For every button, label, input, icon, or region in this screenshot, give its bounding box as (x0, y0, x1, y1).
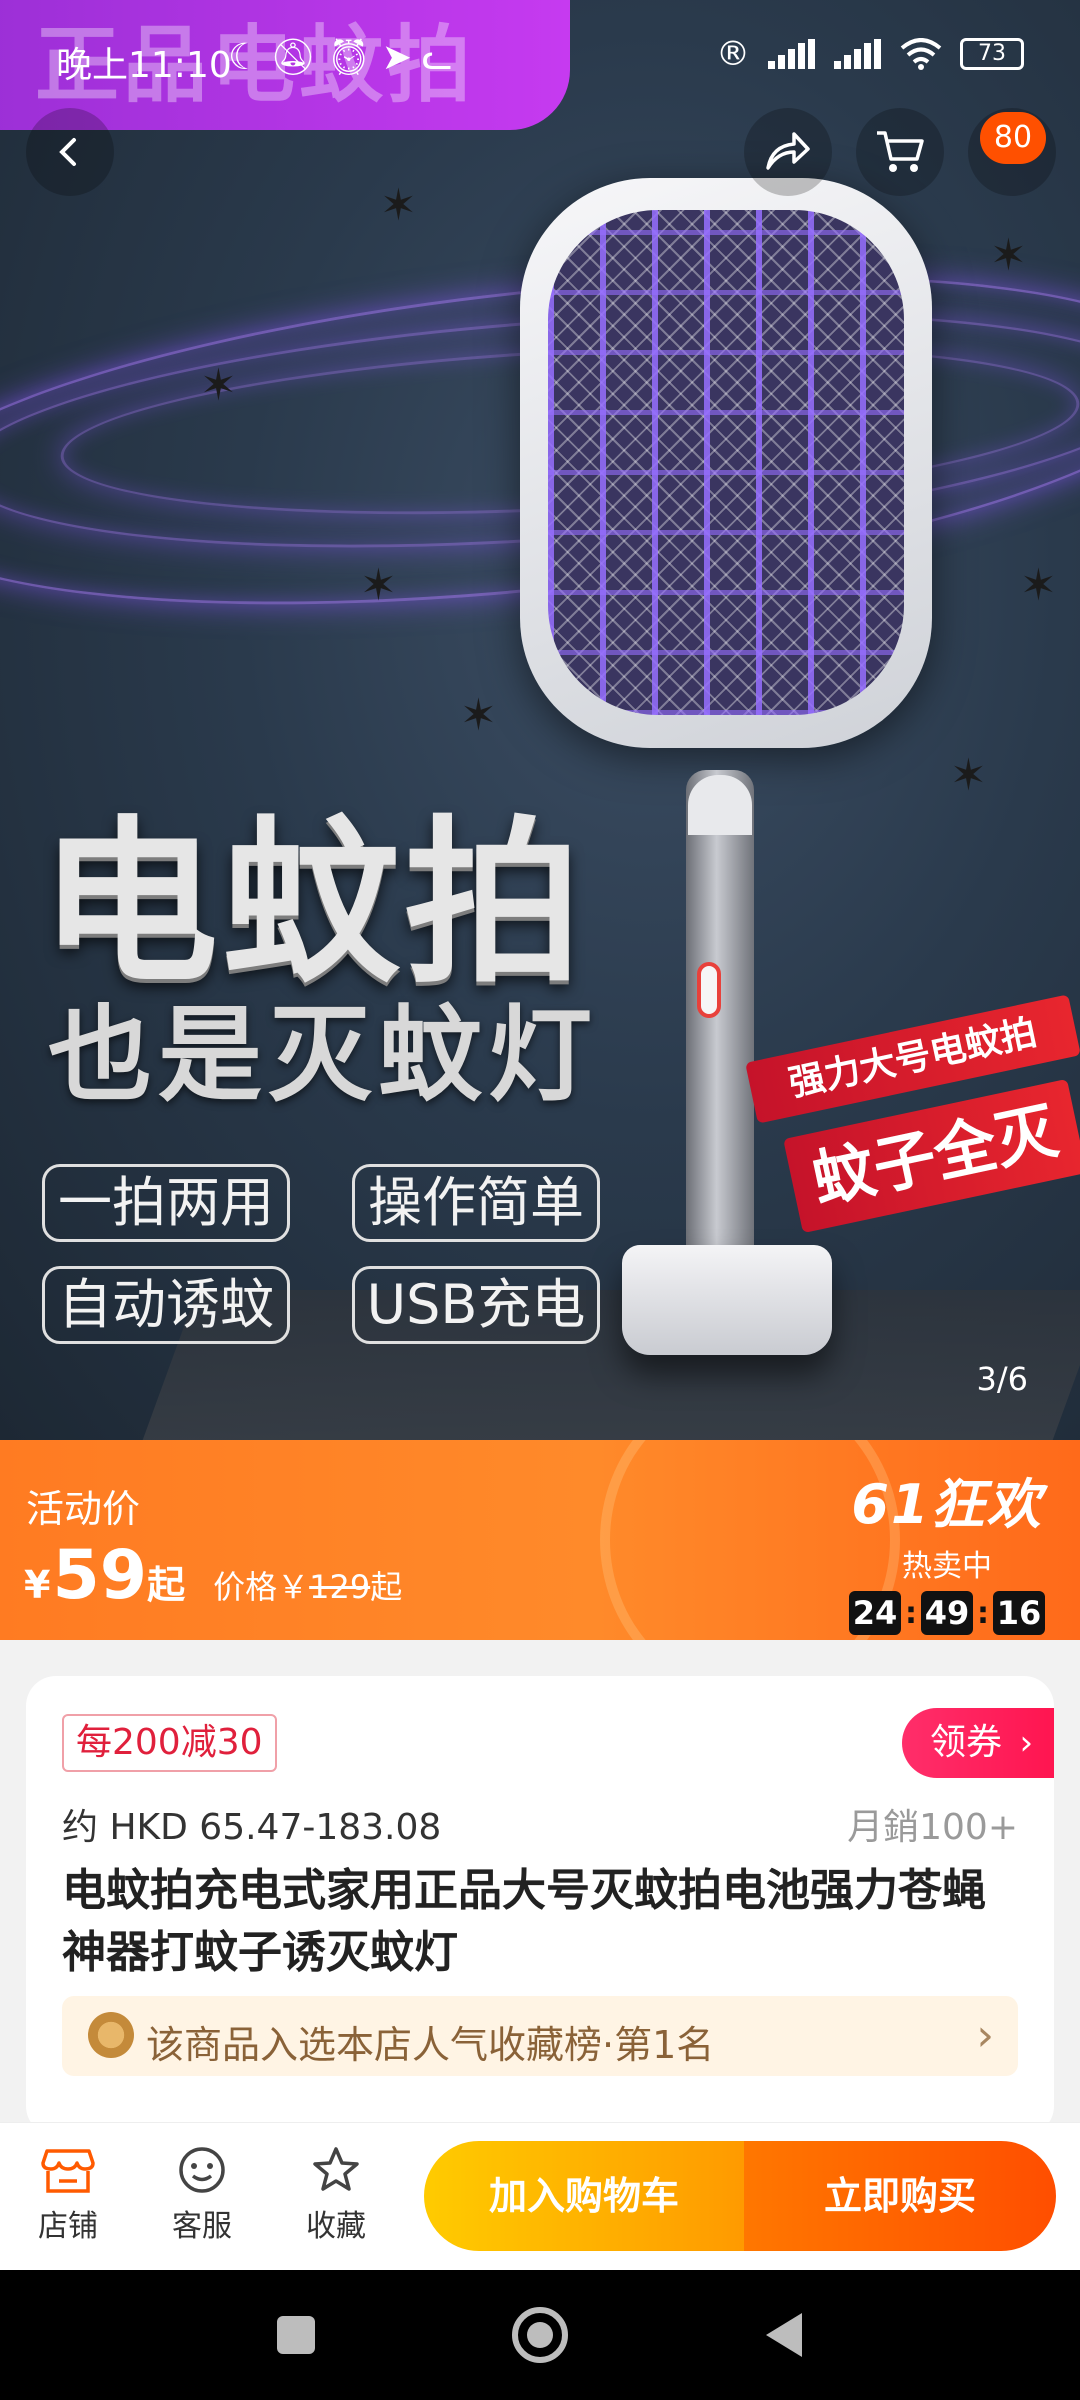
mosquito-graphic: ✶ (990, 230, 1027, 281)
bottom-action-bar: 店铺 客服 收藏 加入购物车 立即购买 (0, 2122, 1080, 2270)
ranking-text: 该商品入选本店人气收藏榜·第1名 (146, 2023, 715, 2067)
racket-base (622, 1245, 832, 1355)
original-price-prefix: 价格￥ (213, 1568, 310, 1606)
customer-service-icon (179, 2147, 225, 2193)
racket-handle (686, 770, 754, 1270)
feature-tag: 自动诱蚊 (42, 1266, 290, 1344)
shop-icon (41, 2149, 95, 2193)
add-to-cart-button[interactable]: 加入购物车 (424, 2141, 744, 2251)
buy-now-button[interactable]: 立即购买 (744, 2141, 1056, 2251)
cart-count-badge: 80 (980, 112, 1046, 164)
promo-price-value: 59 (52, 1536, 148, 1615)
share-icon (766, 132, 810, 170)
wifi-icon (900, 38, 942, 70)
original-price-value: 129 (309, 1568, 371, 1606)
triangle-back-icon (766, 2313, 802, 2357)
notification-icons: ☾🔕︎⏰︎➤ᓚ (228, 36, 463, 78)
product-detail-screen: 正品电蚊拍 ✶ ✶ ✶ ✶ ✶ ✶ ✶ 电蚊拍 也是灭蚊灯 一拍两用 操作简单 … (0, 0, 1080, 2400)
signal-icon (834, 39, 881, 69)
promo-price: ¥ 59 起 价格￥129起 (24, 1536, 402, 1615)
star-icon (313, 2147, 359, 2191)
product-title: 电蚊拍充电式家用正品大号灭蚊拍电池强力苍蝇神器打蚊子诱灭蚊灯 (62, 1865, 986, 1978)
racket-mesh (548, 210, 904, 715)
get-coupon-label: 领券 (930, 1722, 1003, 1763)
hot-sale-label: 热卖中 (902, 1549, 992, 1584)
back-arrow-icon (59, 138, 76, 166)
square-icon (277, 2316, 315, 2354)
countdown-seconds: 16 (993, 1591, 1045, 1635)
system-status-icons: ® 73 (716, 34, 1024, 74)
send-icon: ➤ (381, 37, 422, 78)
shop-tab[interactable]: 店铺 (8, 2145, 128, 2245)
cart-button[interactable] (856, 108, 944, 196)
recents-button[interactable] (236, 2270, 356, 2400)
price-range: 约 HKD 65.47-183.08 (62, 1807, 442, 1848)
home-button[interactable] (480, 2270, 600, 2400)
promo-label: 活动价 (26, 1487, 141, 1531)
mosquito-graphic: ✶ (360, 560, 397, 611)
original-price: 价格￥129起 (213, 1562, 402, 1608)
monthly-sales: 月銷100+ (847, 1807, 1018, 1848)
signal-icon (768, 39, 815, 69)
favorite-tab[interactable]: 收藏 (276, 2145, 396, 2245)
status-bar: 晚上11:10 ☾🔕︎⏰︎➤ᓚ ® 73 (0, 0, 1080, 110)
shop-label: 店铺 (38, 2209, 98, 2244)
festival-countdown: 61狂欢 热卖中 24 : 49 : 16 (832, 1460, 1062, 1635)
countdown-minutes: 49 (921, 1591, 973, 1635)
cart-icon (877, 131, 924, 172)
registered-icon: ® (716, 34, 750, 74)
product-info-card: 每200减30 领券 › 约 HKD 65.47-183.08 月銷100+ 电… (26, 1676, 1054, 2136)
countdown-timer: 24 : 49 : 16 (832, 1591, 1062, 1635)
currency-symbol: ¥ (24, 1563, 51, 1607)
mosquito-graphic: ✶ (380, 180, 417, 231)
discount-tag[interactable]: 每200减30 (62, 1714, 277, 1772)
chevron-right-icon: › (1019, 1723, 1034, 1763)
festival-title: 61狂欢 (851, 1473, 1043, 1536)
mosquito-graphic: ✶ (1020, 560, 1057, 611)
battery-icon: 73 (960, 38, 1024, 70)
system-back-button[interactable] (724, 2270, 844, 2400)
favorite-label: 收藏 (306, 2209, 366, 2244)
racket-power-button (697, 962, 721, 1018)
cat-icon: ᓚ (421, 37, 463, 78)
home-circle-icon (512, 2307, 568, 2363)
alarm-icon: ⏰︎ (325, 37, 382, 78)
moon-icon: ☾ (228, 37, 271, 78)
status-time: 晚上11:10 (56, 45, 232, 86)
image-counter: 3/6 (976, 1360, 1029, 1398)
mosquito-graphic: ✶ (950, 750, 987, 801)
share-button[interactable] (744, 108, 832, 196)
medal-icon (88, 2012, 134, 2058)
get-coupon-button[interactable]: 领券 › (902, 1708, 1054, 1778)
feature-tag: 操作简单 (352, 1164, 600, 1242)
countdown-separator: : (977, 1595, 989, 1631)
hero-subtitle: 也是灭蚊灯 (48, 994, 599, 1116)
feature-tag: 一拍两用 (42, 1164, 290, 1242)
service-label: 客服 (172, 2209, 232, 2244)
back-button[interactable] (26, 108, 114, 196)
countdown-hours: 24 (849, 1591, 901, 1635)
mosquito-graphic: ✶ (460, 690, 497, 741)
price-from-suffix: 起 (147, 1563, 186, 1607)
ranking-banner[interactable]: 该商品入选本店人气收藏榜·第1名 › (62, 1996, 1018, 2076)
feature-tag: USB充电 (352, 1266, 600, 1344)
original-price-suffix: 起 (370, 1568, 403, 1606)
chevron-right-icon: › (976, 2010, 994, 2061)
mosquito-graphic: ✶ (200, 360, 237, 411)
countdown-separator: : (905, 1595, 917, 1631)
mute-icon: 🔕︎ (270, 37, 326, 78)
promo-price-bar: 活动价 ¥ 59 起 价格￥129起 61狂欢 热卖中 24 : 49 : 16 (0, 1440, 1080, 1640)
racket-neck (688, 775, 752, 835)
service-tab[interactable]: 客服 (142, 2145, 262, 2245)
product-image-carousel[interactable]: 正品电蚊拍 ✶ ✶ ✶ ✶ ✶ ✶ ✶ 电蚊拍 也是灭蚊灯 一拍两用 操作简单 … (0, 0, 1080, 1440)
system-navigation-bar (0, 2270, 1080, 2400)
